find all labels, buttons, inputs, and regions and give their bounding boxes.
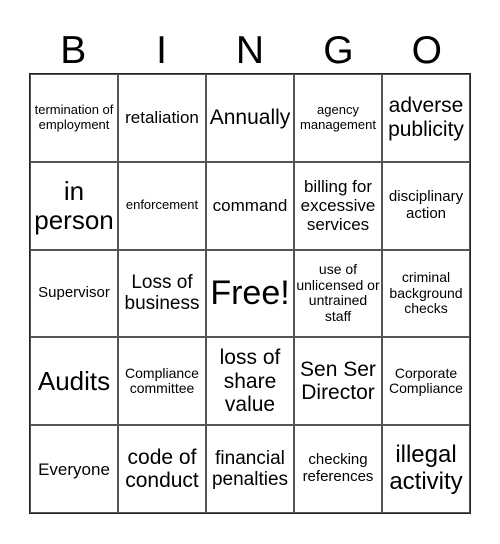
bingo-cell[interactable]: adverse publicity — [382, 74, 470, 162]
bingo-cell[interactable]: financial penalties — [206, 425, 294, 513]
bingo-cell[interactable]: Annually — [206, 74, 294, 162]
header-letter-i: I — [156, 29, 167, 72]
bingo-cell[interactable]: Sen Ser Director — [294, 337, 382, 426]
bingo-cell[interactable]: Supervisor — [30, 249, 118, 338]
bingo-cell[interactable]: Compliance committee — [118, 337, 206, 426]
bingo-cell[interactable]: illegal activity — [382, 425, 470, 513]
bingo-card-grid: termination of employment retaliation An… — [29, 73, 471, 514]
bingo-cell[interactable]: in person — [30, 161, 118, 250]
bingo-cell[interactable]: Loss of business — [118, 249, 206, 338]
bingo-cell[interactable]: command — [206, 161, 294, 250]
bingo-cell[interactable]: Audits — [30, 337, 118, 426]
bingo-cell[interactable]: Everyone — [30, 425, 118, 513]
free-space-cell[interactable]: Free! — [206, 249, 294, 338]
bingo-cell[interactable]: retaliation — [118, 74, 206, 162]
bingo-cell[interactable]: code of conduct — [118, 425, 206, 513]
bingo-cell[interactable]: loss of share value — [206, 337, 294, 426]
bingo-cell[interactable]: checking references — [294, 425, 382, 513]
bingo-cell[interactable]: Corporate Compliance — [382, 337, 470, 426]
header-letter-n: N — [235, 29, 265, 72]
bingo-cell[interactable]: billing for excessive services — [294, 161, 382, 250]
bingo-header: B I N G O — [29, 28, 471, 73]
bingo-cell[interactable]: enforcement — [118, 161, 206, 250]
header-letter-o: O — [411, 29, 442, 72]
bingo-cell[interactable]: use of unlicensed or untrained staff — [294, 249, 382, 338]
header-letter-g: G — [323, 29, 354, 72]
header-letter-b: B — [60, 29, 87, 72]
bingo-cell[interactable]: termination of employment — [30, 74, 118, 162]
bingo-cell[interactable]: disciplinary action — [382, 161, 470, 250]
bingo-cell[interactable]: criminal background checks — [382, 249, 470, 338]
bingo-cell[interactable]: agency management — [294, 74, 382, 162]
